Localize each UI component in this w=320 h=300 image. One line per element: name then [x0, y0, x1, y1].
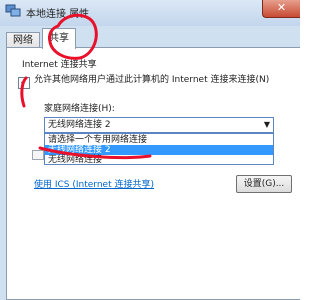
- chevron-down-icon: ▼: [263, 120, 270, 129]
- allow-sharing-checkbox[interactable]: ✓: [18, 77, 30, 89]
- close-icon: ✕: [276, 1, 287, 14]
- properties-window: 本地连接 属性 ✕ 网络 共享 Internet 连接共享 ✓ 允许其他网络用户…: [0, 0, 300, 300]
- tab-sharing[interactable]: 共享: [42, 28, 76, 49]
- settings-button[interactable]: 设置(G)...: [236, 175, 292, 193]
- dropdown-option[interactable]: 请选择一个专用网络连接: [45, 135, 273, 145]
- checkmark-icon: ✓: [19, 77, 29, 88]
- home-network-select-value: 无线网络连接 2: [48, 120, 111, 130]
- allow-sharing-label: 允许其他网络用户通过此计算机的 Internet 连接来连接(N): [34, 75, 270, 85]
- dropdown-option[interactable]: 无线网络连接: [45, 155, 273, 165]
- tab-network[interactable]: 网络: [6, 32, 40, 48]
- ics-group-label: Internet 连接共享: [22, 60, 97, 70]
- dropdown-option-selected[interactable]: 无线网络连接 2: [45, 145, 273, 155]
- home-network-label: 家庭网络连接(H):: [44, 104, 115, 114]
- close-button[interactable]: ✕: [262, 0, 300, 18]
- ics-help-link[interactable]: 使用 ICS (Internet 连接共享): [34, 177, 154, 190]
- home-network-dropdown-list: 请选择一个专用网络连接 无线网络连接 2 无线网络连接: [44, 133, 274, 165]
- title-bar: 本地连接 属性 ✕: [0, 0, 300, 26]
- tab-strip: 网络 共享: [6, 28, 298, 49]
- second-checkbox-partial[interactable]: [32, 150, 44, 160]
- home-network-select[interactable]: 无线网络连接 2 ▼: [44, 117, 274, 133]
- network-connection-icon: [5, 3, 21, 18]
- window-title: 本地连接 属性: [26, 9, 90, 20]
